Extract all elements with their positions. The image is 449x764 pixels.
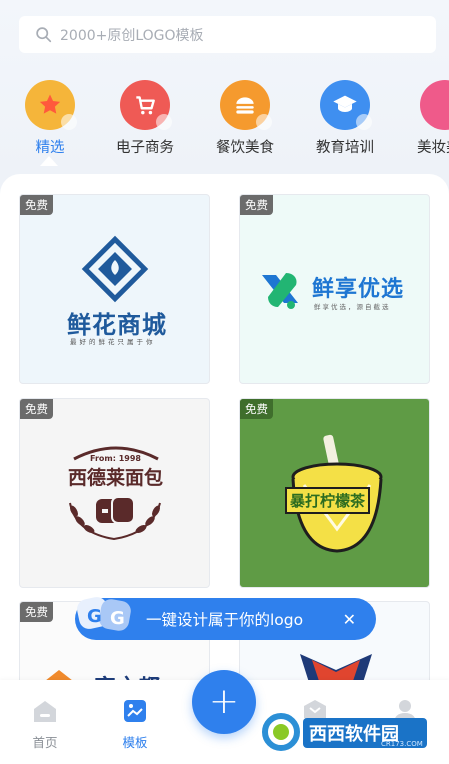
tooltip-text: 一键设计属于你的logo	[146, 611, 304, 629]
plus-icon: +	[208, 681, 240, 722]
template-card[interactable]: 免费 鲜享优选 鲜享优选，源自截选	[239, 194, 430, 384]
active-indicator	[40, 156, 58, 166]
category-ecommerce[interactable]: 电子商务	[100, 80, 190, 157]
category-label: 精选	[35, 140, 65, 156]
cosmetics-icon	[420, 80, 449, 130]
free-badge: 免费	[240, 195, 273, 215]
search-placeholder: 2000+原创LOGO模板	[60, 27, 204, 44]
category-food[interactable]: 餐饮美食	[200, 80, 290, 157]
template-card[interactable]: 免费 From: 1998 西德莱面包	[19, 398, 210, 588]
x-leaf-logo	[262, 273, 298, 309]
image-icon	[124, 700, 146, 722]
watermark-logo: 西西软件园 CR173.COM	[262, 713, 427, 751]
logo-name: 鲜花商城	[67, 311, 167, 339]
svg-text:G: G	[110, 608, 125, 629]
search-icon	[36, 27, 52, 43]
home-icon	[34, 701, 56, 722]
logo-subtitle: 最好的鲜花只属于你	[70, 338, 156, 346]
logo-subtitle: From: 1998	[90, 454, 141, 463]
category-label: 电子商务	[116, 140, 174, 156]
template-card[interactable]: 免费 鲜花商城 最好的鲜花只属于你	[19, 194, 210, 384]
ai-logo-icon: G G	[77, 597, 131, 631]
shopping-cart-icon	[120, 80, 172, 130]
flower-diamond-logo	[81, 235, 149, 303]
category-education[interactable]: 教育培训	[300, 80, 390, 157]
category-bar: 精选 电子商务 餐饮美食 教育培训 美妆美	[0, 80, 449, 170]
star-icon	[25, 80, 77, 130]
close-icon[interactable]: ✕	[343, 610, 356, 629]
create-button[interactable]: +	[192, 670, 256, 734]
nav-templates-label: 模板	[122, 735, 148, 750]
logo-name: 暴打柠檬茶	[285, 487, 371, 514]
search-bar[interactable]: 2000+原创LOGO模板	[19, 16, 436, 53]
nav-home-label: 首页	[32, 735, 58, 750]
template-card[interactable]: 免费 暴打柠檬茶	[239, 398, 430, 588]
category-label: 教育培训	[316, 140, 374, 156]
free-badge: 免费	[20, 195, 53, 215]
svg-text:G: G	[87, 606, 102, 627]
category-featured[interactable]: 精选	[5, 80, 95, 157]
category-beauty[interactable]: 美妆美	[400, 80, 449, 157]
category-label: 餐饮美食	[216, 140, 274, 156]
graduation-cap-icon	[320, 80, 372, 130]
free-badge: 免费	[20, 602, 53, 622]
logo-name: 西德莱面包	[68, 467, 164, 489]
logo-subtitle: 鲜享优选，源自截选	[314, 303, 391, 311]
logo-name: 鲜享优选	[312, 277, 405, 302]
category-label: 美妆美	[417, 140, 449, 156]
nav-home[interactable]: 首页	[15, 698, 75, 751]
watermark-url: CR173.COM	[381, 740, 423, 748]
free-badge: 免费	[20, 399, 53, 419]
free-badge: 免费	[240, 399, 273, 419]
nav-templates[interactable]: 模板	[105, 698, 165, 751]
burger-icon	[220, 80, 272, 130]
bread-wreath-logo	[69, 496, 161, 541]
